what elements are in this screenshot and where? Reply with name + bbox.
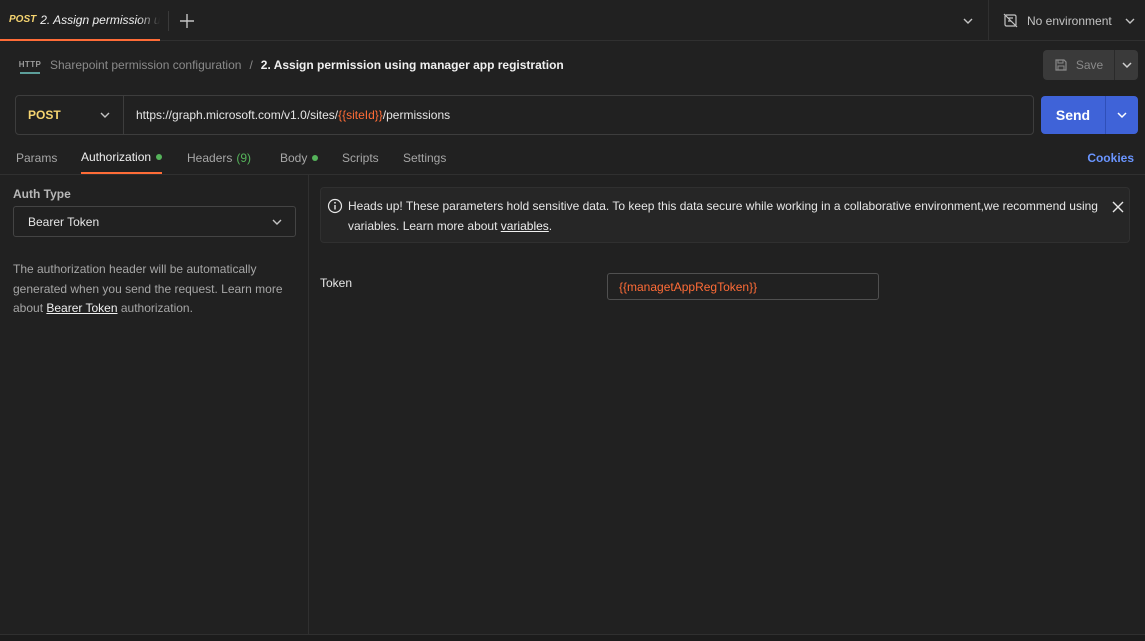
url-prefix: https://graph.microsoft.com/v1.0/sites/ [136, 108, 339, 122]
auth-type-label: Auth Type [13, 187, 71, 201]
auth-left-pane: Auth Type Bearer Token The authorization… [0, 175, 309, 634]
sensitive-data-banner: Heads up! These parameters hold sensitiv… [320, 187, 1130, 243]
authorization-status-dot [156, 154, 163, 160]
send-group: Send [1041, 96, 1138, 134]
breadcrumb-parent[interactable]: Sharepoint permission configuration [50, 58, 241, 72]
auth-description: The authorization header will be automat… [13, 260, 298, 319]
auth-type-chevron-down-icon [271, 216, 283, 228]
request-tab-method: POST [9, 14, 37, 25]
tab-params-label: Params [16, 151, 58, 165]
breadcrumb: HTTP Sharepoint permission configuration… [19, 54, 564, 76]
breadcrumb-current[interactable]: 2. Assign permission using manager app r… [261, 58, 564, 72]
tab-body-label: Body [280, 151, 308, 165]
save-button[interactable]: Save [1043, 50, 1114, 80]
method-value: POST [28, 108, 61, 122]
bearer-token-link[interactable]: Bearer Token [46, 301, 117, 315]
token-label: Token [320, 276, 353, 290]
banner-text-tail: . [548, 219, 553, 233]
auth-desc-tail: authorization. [117, 301, 193, 315]
info-icon [327, 198, 343, 214]
environment-selector[interactable]: No environment [1003, 0, 1136, 41]
save-options-chevron-down-icon[interactable] [1114, 50, 1138, 80]
environment-label: No environment [1027, 13, 1112, 28]
tab-bar: POST 2. Assign permission using manager … [0, 0, 1145, 41]
url-bar: POST https://graph.microsoft.com/v1.0/si… [15, 95, 1034, 135]
env-separator [988, 0, 989, 41]
tab-body[interactable]: Body [280, 142, 319, 174]
tab-separator [168, 11, 169, 31]
tab-fade [138, 0, 160, 39]
close-icon[interactable] [1111, 200, 1125, 214]
auth-type-value: Bearer Token [28, 214, 100, 229]
headers-count: (9) [236, 151, 252, 165]
method-chevron-down-icon [99, 109, 111, 121]
tab-settings[interactable]: Settings [403, 142, 446, 174]
request-tab[interactable]: POST 2. Assign permission using manager … [0, 0, 160, 41]
tab-headers[interactable]: Headers (9) [187, 142, 251, 174]
save-group: Save [1043, 50, 1138, 80]
banner-message: Heads up! These parameters hold sensitiv… [348, 196, 1108, 236]
url-variable: {{siteId}} [338, 108, 383, 122]
save-label: Save [1075, 58, 1104, 72]
cookies-link[interactable]: Cookies [1087, 142, 1134, 174]
tab-params[interactable]: Params [16, 142, 57, 174]
breadcrumb-separator: / [249, 58, 253, 72]
token-input[interactable]: {{managetAppRegToken}} [607, 273, 879, 300]
method-select[interactable]: POST [16, 96, 124, 134]
send-button[interactable]: Send [1041, 96, 1105, 134]
tab-authorization[interactable]: Authorization [81, 142, 163, 174]
tab-headers-label: Headers [187, 151, 233, 165]
tab-scripts[interactable]: Scripts [342, 142, 379, 174]
auth-type-select[interactable]: Bearer Token [13, 206, 296, 237]
body-status-dot [312, 155, 319, 161]
url-suffix: /permissions [382, 108, 451, 122]
tab-scripts-label: Scripts [342, 151, 379, 165]
tab-settings-label: Settings [403, 151, 447, 165]
new-tab-plus-icon[interactable] [178, 12, 196, 30]
variables-link[interactable]: variables [501, 219, 549, 233]
tabs-chevron-down-icon[interactable] [962, 15, 974, 27]
environment-chevron-down-icon [1124, 15, 1136, 27]
url-input[interactable]: https://graph.microsoft.com/v1.0/sites/{… [124, 108, 450, 122]
bottom-strip [0, 634, 1145, 641]
send-options-chevron-down-icon[interactable] [1105, 96, 1138, 134]
request-tabs: Params Authorization Headers (9) Body Scr… [0, 142, 1145, 175]
no-environment-icon [1003, 13, 1018, 28]
tab-authorization-label: Authorization [81, 150, 152, 164]
http-icon: HTTP [19, 56, 41, 74]
save-icon [1054, 58, 1068, 72]
banner-text: Heads up! These parameters hold sensitiv… [348, 199, 1098, 233]
